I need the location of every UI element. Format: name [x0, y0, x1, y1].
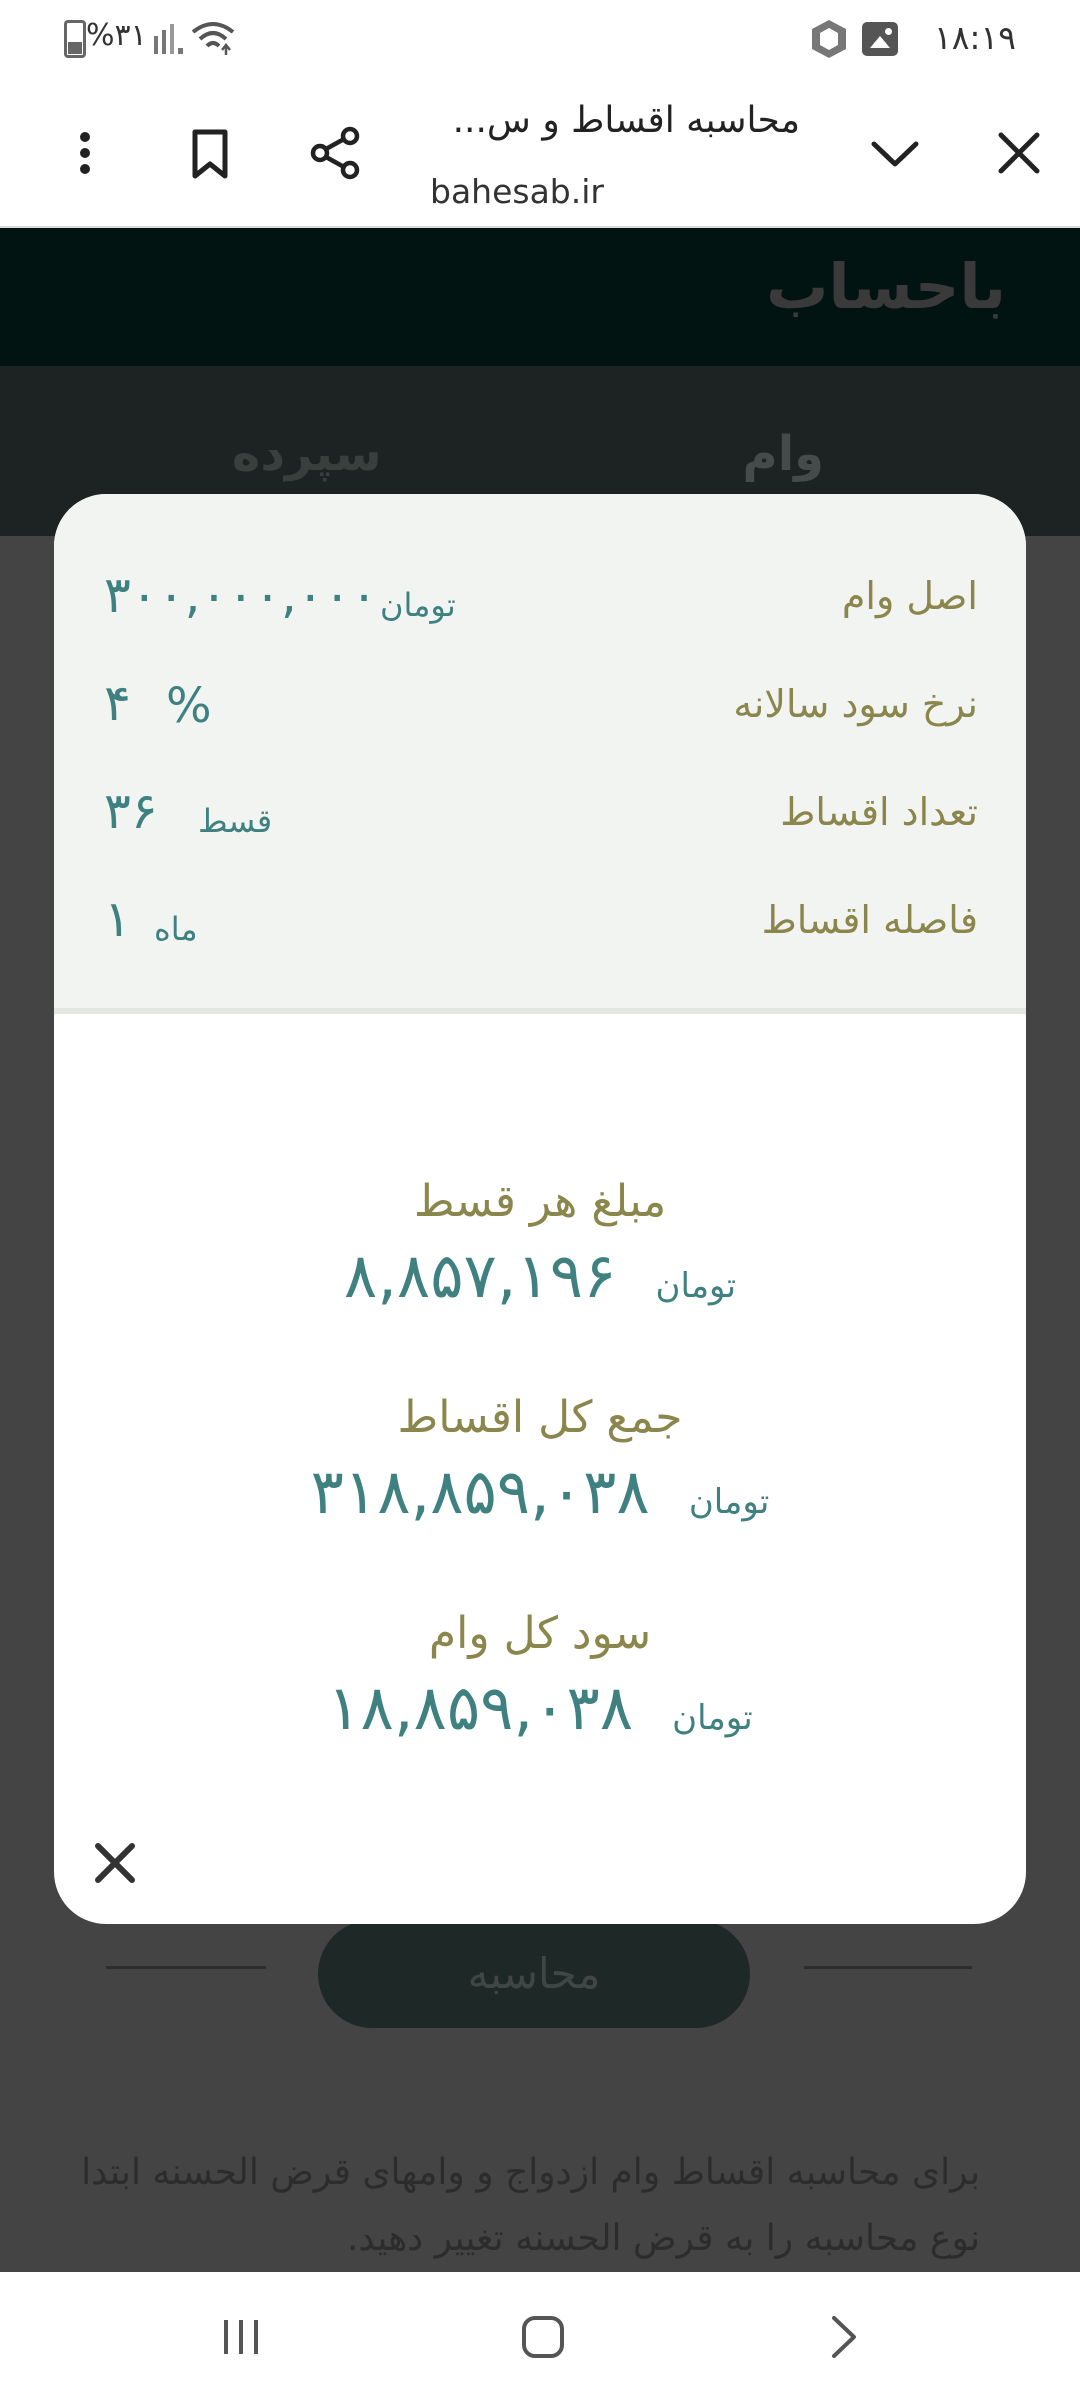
wifi-icon — [191, 22, 235, 55]
clock: ۱۸:۱۹ — [933, 18, 1016, 57]
tab-deposit[interactable]: سپرده — [232, 426, 382, 482]
back-icon[interactable] — [816, 2310, 870, 2364]
tab-loan[interactable]: وام — [743, 426, 824, 482]
result-total-interest: سود کل وام ۱۸,۸۵۹,۰۳۸ تومان — [54, 1608, 1026, 1744]
input-row-interval: فاصله اقساط ۱ ماه — [54, 880, 1026, 970]
calculate-button[interactable]: محاسبه — [318, 1920, 750, 2028]
site-header: باحساب — [0, 228, 1080, 366]
input-row-installments: تعداد اقساط ۳۶ قسط — [54, 772, 1026, 862]
rate-unit: % — [166, 678, 212, 734]
total-installments-value: ۳۱۸,۸۵۹,۰۳۸ — [310, 1455, 650, 1528]
navigation-bar — [0, 2272, 1080, 2400]
chevron-down-icon[interactable] — [860, 118, 930, 188]
battery-percentage: %۳۱ — [86, 18, 147, 53]
installments-label: تعداد اقساط — [780, 790, 978, 834]
total-interest-unit: تومان — [672, 1697, 753, 1738]
installments-unit: قسط — [198, 802, 273, 840]
total-installments-label: جمع کل اقساط — [397, 1392, 683, 1443]
share-icon[interactable] — [300, 118, 370, 188]
interval-unit: ماه — [154, 910, 198, 948]
home-icon[interactable] — [516, 2310, 570, 2364]
loan-inputs-summary: اصل وام ۳۰۰,۰۰۰,۰۰۰ تومان نرخ سود سالانه… — [54, 494, 1026, 1014]
site-logo[interactable]: باحساب — [766, 250, 1006, 323]
rate-label: نرخ سود سالانه — [733, 682, 978, 726]
interval-value: ۱ — [104, 890, 131, 948]
installment-amount-label: مبلغ هر قسط — [413, 1176, 667, 1227]
page-url[interactable]: bahesab.ir — [430, 172, 604, 211]
rate-value: ۴ — [104, 674, 131, 732]
interval-label: فاصله اقساط — [761, 898, 978, 942]
hexagon-app-icon — [812, 20, 846, 58]
total-installments-unit: تومان — [688, 1481, 770, 1522]
principal-unit: تومان — [380, 586, 456, 624]
result-installment: مبلغ هر قسط ۸,۸۵۷,۱۹۶ تومان — [54, 1176, 1026, 1312]
close-icon[interactable] — [984, 118, 1054, 188]
gallery-icon — [862, 22, 898, 56]
bookmark-icon[interactable] — [175, 118, 245, 188]
page-title[interactable]: محاسبه اقساط و س... — [420, 100, 800, 141]
input-row-principal: اصل وام ۳۰۰,۰۰۰,۰۰۰ تومان — [54, 556, 1026, 646]
battery-icon — [64, 20, 86, 58]
divider-line — [804, 1966, 972, 1969]
signal-icon — [154, 24, 183, 54]
divider-line — [106, 1966, 266, 1969]
total-interest-value: ۱۸,۸۵۹,۰۳۸ — [327, 1671, 634, 1744]
result-modal: اصل وام ۳۰۰,۰۰۰,۰۰۰ تومان نرخ سود سالانه… — [54, 494, 1026, 1924]
status-bar: %۳۱ ۱۸:۱۹ — [0, 0, 1080, 80]
recents-icon[interactable] — [214, 2310, 268, 2364]
installment-amount-unit: تومان — [655, 1265, 737, 1306]
site-note: برای محاسبه اقساط وام ازدواج و وامهای قر… — [81, 2152, 980, 2259]
browser-toolbar: محاسبه اقساط و س... bahesab.ir — [0, 80, 1080, 228]
principal-value: ۳۰۰,۰۰۰,۰۰۰ — [104, 566, 378, 624]
close-icon[interactable] — [86, 1834, 144, 1892]
result-total-installments: جمع کل اقساط ۳۱۸,۸۵۹,۰۳۸ تومان — [54, 1392, 1026, 1528]
installments-value: ۳۶ — [104, 782, 158, 840]
total-interest-label: سود کل وام — [428, 1608, 652, 1659]
principal-label: اصل وام — [841, 574, 978, 618]
input-row-rate: نرخ سود سالانه ۴ % — [54, 664, 1026, 754]
installment-amount-value: ۸,۸۵۷,۱۹۶ — [343, 1239, 617, 1312]
more-vert-icon[interactable] — [50, 118, 120, 188]
